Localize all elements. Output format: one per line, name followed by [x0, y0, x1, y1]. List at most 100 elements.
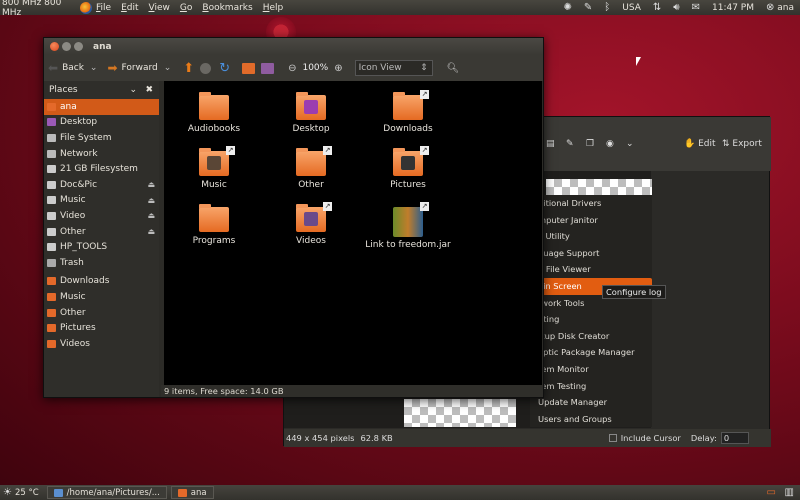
chevron-down-icon[interactable]: ⌄: [626, 139, 634, 149]
eject-icon[interactable]: ⏏: [147, 227, 155, 236]
sidebar-item-pictures[interactable]: Pictures: [44, 320, 159, 336]
mail-icon[interactable]: ✉: [692, 2, 700, 13]
clock[interactable]: 11:47 PM: [712, 3, 754, 13]
trash-icon[interactable]: ▥: [785, 487, 794, 498]
keyboard-layout[interactable]: USA: [622, 3, 641, 13]
export-button[interactable]: ⇅ Export: [722, 139, 762, 149]
sidebar-item-21-gb-filesystem[interactable]: 21 GB Filesystem: [44, 161, 159, 177]
file-item[interactable]: ↗ Pictures: [363, 146, 453, 190]
temperature[interactable]: 25 °C: [15, 488, 39, 498]
eject-icon[interactable]: ⏏: [147, 180, 155, 189]
window-titlebar[interactable]: ana: [44, 38, 543, 55]
sidebar-item-label: Video: [60, 210, 86, 221]
menu-go[interactable]: Go: [180, 3, 193, 13]
sidebar-item-trash[interactable]: Trash: [44, 255, 159, 271]
folder-icon: ↗: [393, 90, 429, 120]
sidebar-item-desktop[interactable]: Desktop: [44, 115, 159, 131]
home-folder-icon[interactable]: [242, 62, 256, 74]
list-item[interactable]: ditional Drivers: [530, 195, 652, 212]
file-item[interactable]: ↗ Videos: [266, 202, 356, 246]
file-item[interactable]: ↗ Link to freedom.jar: [363, 202, 453, 250]
list-item[interactable]: mputer Janitor: [530, 212, 652, 229]
transparency-checker-bottom: [404, 399, 516, 427]
reload-icon[interactable]: ↻: [219, 61, 230, 76]
close-button[interactable]: [50, 42, 59, 51]
user-menu[interactable]: ⊗ ana: [766, 2, 794, 13]
place-icon: [47, 180, 56, 189]
firefox-icon[interactable]: [80, 1, 92, 14]
sidebar-item-videos[interactable]: Videos: [44, 336, 159, 352]
show-desktop-icon[interactable]: ▭: [767, 487, 776, 498]
include-cursor-checkbox[interactable]: [608, 434, 617, 442]
mouse-cursor: [636, 57, 641, 66]
delay-input[interactable]: 0: [720, 432, 749, 444]
sidebar-header[interactable]: Places ⌄ ✖: [44, 81, 159, 99]
menu-bookmarks[interactable]: Bookmarks: [202, 3, 252, 13]
file-item[interactable]: ↗ Other: [266, 146, 356, 190]
sidebar-item-doc-pic[interactable]: Doc&Pic ⏏: [44, 177, 159, 193]
forward-button[interactable]: ➡ Forward ⌄: [107, 61, 171, 75]
edit-button[interactable]: ✋ Edit: [684, 139, 716, 149]
minimize-button[interactable]: [62, 42, 71, 51]
list-item[interactable]: guage Support: [530, 245, 652, 262]
taskbar-item-ana[interactable]: ana: [170, 486, 214, 499]
eject-icon[interactable]: ⏏: [147, 211, 155, 220]
sidebar-item-other[interactable]: Other ⏏: [44, 224, 159, 240]
chat-icon[interactable]: ❐: [586, 139, 594, 149]
computer-icon[interactable]: [261, 62, 275, 74]
view-mode-select[interactable]: Icon View ⇕: [354, 60, 433, 76]
folder-emblem-icon: [304, 212, 318, 226]
sidebar-item-other[interactable]: Other: [44, 305, 159, 321]
weather-icon[interactable]: ☀: [3, 487, 12, 498]
list-item[interactable]: k Utility: [530, 228, 652, 245]
file-item[interactable]: Desktop: [266, 92, 356, 134]
list-item[interactable]: nting: [530, 311, 652, 328]
list-item[interactable]: rtup Disk Creator: [530, 328, 652, 345]
list-item[interactable]: aptic Package Manager: [530, 344, 652, 361]
sidebar-item-network[interactable]: Network: [44, 146, 159, 162]
zoom-in-icon[interactable]: ⊕: [334, 63, 342, 74]
folder-icon: [296, 92, 326, 120]
menu-edit[interactable]: Edit: [121, 3, 138, 13]
sidebar-item-ana[interactable]: ana: [44, 99, 159, 115]
close-icon[interactable]: ✖: [145, 85, 153, 95]
volume-icon[interactable]: 🔊︎: [673, 2, 679, 13]
list-item[interactable]: Users and Groups: [530, 411, 652, 428]
zoom-out-icon[interactable]: ⊖: [288, 63, 296, 74]
up-arrow-icon[interactable]: ⬆: [183, 61, 194, 76]
stop-icon[interactable]: [200, 62, 212, 74]
folder-emblem-icon: [207, 156, 221, 170]
search-icon[interactable]: 🔍︎: [447, 63, 460, 74]
notes-icon[interactable]: ✎: [584, 2, 592, 13]
file-item[interactable]: ↗ Music: [169, 146, 259, 190]
sidebar-item-file-system[interactable]: File System: [44, 130, 159, 146]
sidebar-item-label: HP_TOOLS: [60, 242, 108, 253]
list-item[interactable]: Update Manager: [530, 394, 652, 411]
web-icon[interactable]: ◉: [606, 139, 614, 149]
sidebar-item-music[interactable]: Music: [44, 289, 159, 305]
maximize-button[interactable]: [74, 42, 83, 51]
menu-file[interactable]: File: [96, 3, 111, 13]
edit-doc-icon[interactable]: ✎: [566, 139, 574, 149]
eject-icon[interactable]: ⏏: [147, 196, 155, 205]
copy-icon[interactable]: ▤: [546, 139, 555, 149]
sidebar-item-downloads[interactable]: Downloads: [44, 274, 159, 290]
back-button[interactable]: ⬅ Back ⌄: [44, 61, 97, 75]
bluetooth-icon[interactable]: ᛒ: [604, 2, 610, 13]
file-item[interactable]: Audiobooks: [169, 92, 259, 134]
sidebar-item-music[interactable]: Music ⏏: [44, 193, 159, 209]
list-item[interactable]: tem Testing: [530, 378, 652, 395]
network-icon[interactable]: ⇅: [653, 2, 661, 13]
ubuntu-one-icon[interactable]: ✺: [564, 2, 572, 13]
list-item[interactable]: g File Viewer: [530, 261, 652, 278]
menu-help[interactable]: Help: [263, 3, 284, 13]
menu-view[interactable]: View: [149, 3, 170, 13]
chevron-down-icon[interactable]: ⌄: [129, 85, 137, 95]
list-item[interactable]: tem Monitor: [530, 361, 652, 378]
file-item[interactable]: Programs: [169, 204, 259, 246]
file-item[interactable]: ↗ Downloads: [363, 90, 453, 134]
sidebar-item-video[interactable]: Video ⏏: [44, 208, 159, 224]
sidebar-item-hp-tools[interactable]: HP_TOOLS: [44, 239, 159, 255]
taskbar-item-screenshot[interactable]: /home/ana/Pictures/...: [46, 486, 167, 499]
folder-icon: ↗: [393, 146, 429, 176]
